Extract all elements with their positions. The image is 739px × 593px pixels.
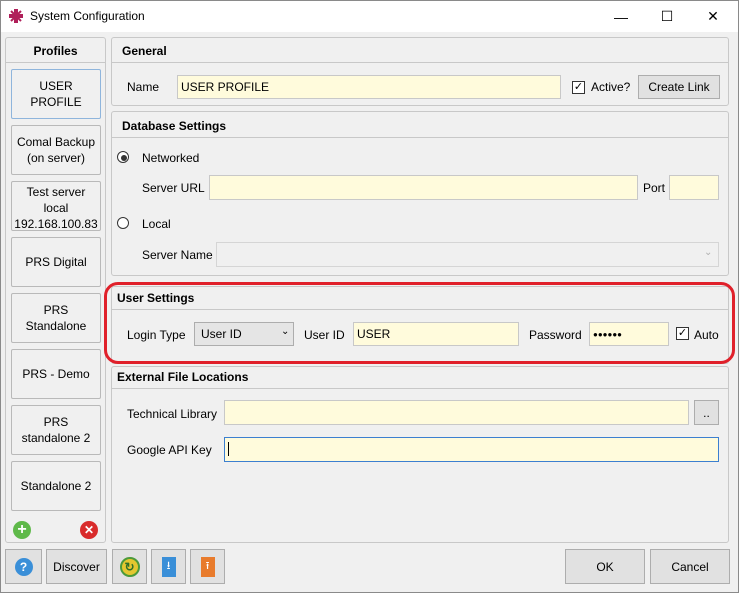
user-settings-highlight (104, 282, 735, 364)
minimize-icon: — (614, 8, 628, 25)
server-name-chevron-down-icon: ⌄ (704, 247, 713, 258)
technical-library-field[interactable] (224, 400, 689, 425)
google-api-key-label: Google API Key (127, 443, 212, 457)
server-name-label: Server Name (142, 248, 213, 262)
networked-label: Networked (142, 151, 200, 165)
cancel-button[interactable]: Cancel (650, 549, 730, 584)
name-label: Name (127, 80, 160, 94)
create-link-button[interactable]: Create Link (638, 75, 720, 99)
discover-button[interactable]: Discover (46, 549, 107, 584)
maximize-button[interactable]: ☐ (644, 1, 690, 32)
remove-icon[interactable]: ✕ (80, 521, 98, 539)
ok-button[interactable]: OK (565, 549, 645, 584)
browse-button[interactable]: .. (694, 400, 719, 425)
external-divider (112, 388, 728, 389)
maximize-icon: ☐ (660, 8, 674, 24)
refresh-icon: ↻ (119, 556, 140, 577)
technical-library-label: Technical Library (127, 407, 218, 421)
close-button[interactable]: ✕ (690, 1, 736, 32)
refresh-button[interactable]: ↻ (112, 549, 147, 584)
close-icon: ✕ (707, 8, 719, 24)
profile-item[interactable]: USER PROFILE (11, 69, 101, 119)
server-url-label: Server URL (142, 181, 205, 195)
profile-item[interactable]: Comal Backup (on server) (11, 125, 101, 175)
port-field[interactable] (669, 175, 719, 200)
local-radio[interactable] (117, 217, 129, 229)
external-file-locations-header: External File Locations (117, 370, 249, 384)
server-url-field[interactable] (209, 175, 638, 200)
networked-radio[interactable] (117, 151, 129, 163)
general-divider (112, 62, 728, 63)
active-checkbox[interactable]: ✓ (572, 81, 585, 94)
profile-item[interactable]: Standalone 2 (11, 461, 101, 511)
port-label: Port (643, 181, 666, 195)
database-settings-header: Database Settings (122, 119, 227, 133)
minimize-button[interactable]: — (598, 1, 644, 32)
database-divider (112, 137, 728, 138)
profiles-header: Profiles (33, 44, 78, 58)
profile-item[interactable]: Test server local 192.168.100.83 (11, 181, 101, 231)
add-icon[interactable]: + (13, 521, 31, 539)
help-button[interactable]: ? (5, 549, 42, 584)
google-api-key-field[interactable] (224, 437, 719, 462)
app-icon (9, 9, 23, 23)
export-button[interactable]: ⭱ (190, 549, 225, 584)
profile-item[interactable]: PRS standalone 2 (11, 405, 101, 455)
server-name-dropdown[interactable] (216, 242, 719, 267)
help-icon: ? (14, 557, 33, 576)
local-label: Local (142, 217, 171, 231)
upload-icon: ⭱ (200, 556, 215, 577)
profile-item[interactable]: PRS Standalone (11, 293, 101, 343)
profile-item[interactable]: PRS - Demo (11, 349, 101, 399)
window-title: System Configuration (30, 9, 145, 23)
text-cursor (228, 442, 229, 456)
profiles-divider (6, 62, 105, 63)
name-field[interactable]: USER PROFILE (177, 75, 561, 99)
general-header: General (122, 44, 167, 58)
download-icon: ⭳ (161, 556, 176, 577)
active-label: Active? (591, 80, 631, 94)
profile-item[interactable]: PRS Digital (11, 237, 101, 287)
import-button[interactable]: ⭳ (151, 549, 186, 584)
